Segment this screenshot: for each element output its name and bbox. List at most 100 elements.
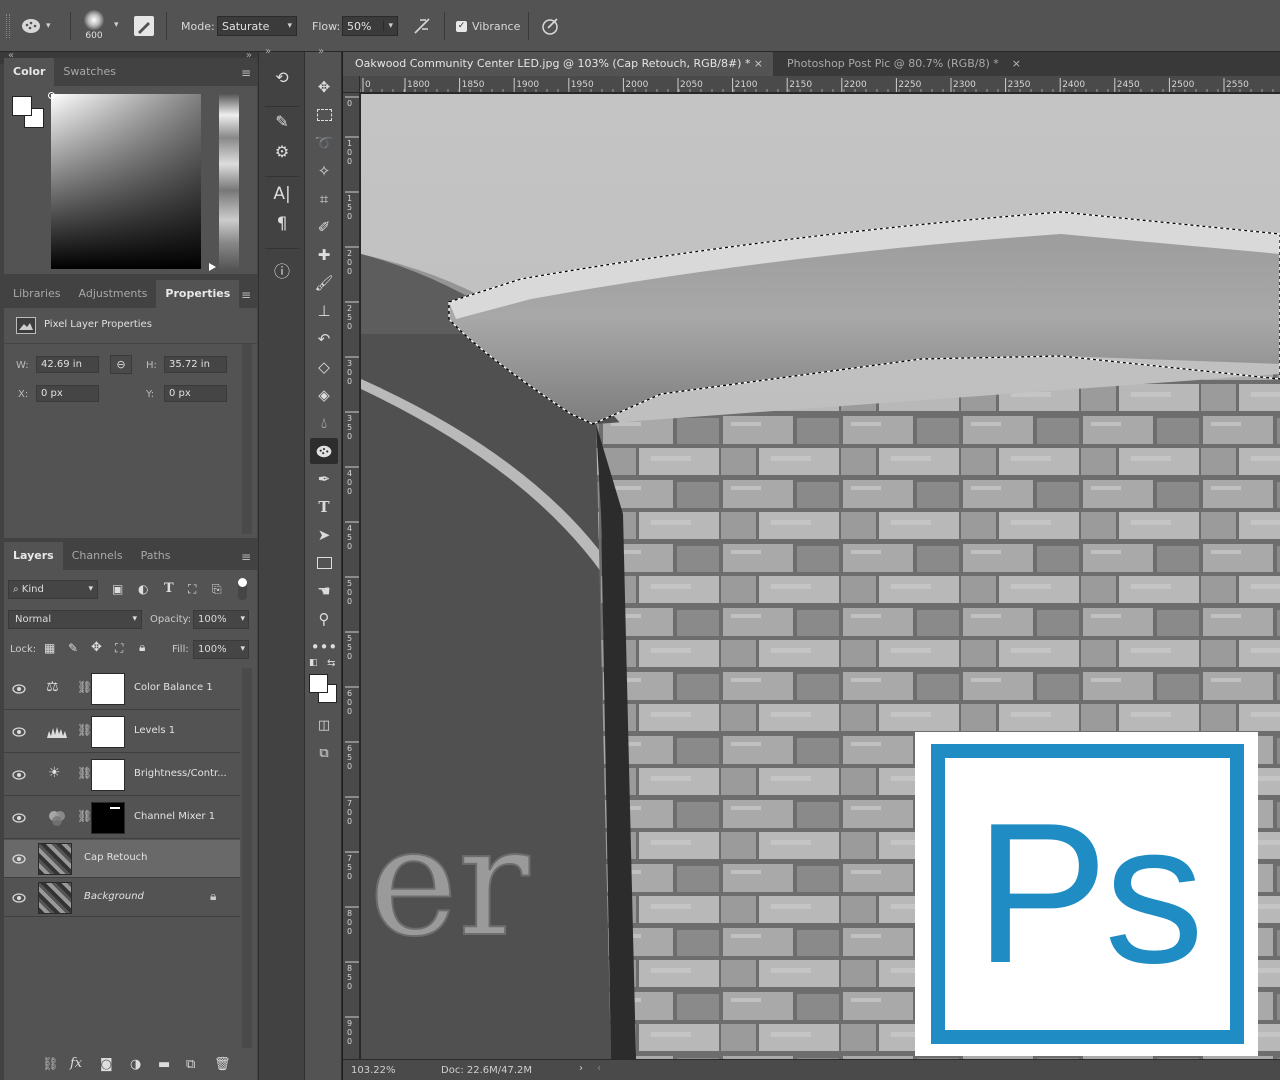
foreground-swatch[interactable] [12,96,32,116]
layer-mask-thumbnail[interactable] [91,759,125,791]
toggle-brush-panel-button[interactable] [134,16,154,36]
hue-slider-handle[interactable] [209,263,216,271]
lasso-tool[interactable]: ➰ [310,130,338,156]
panel-menu-icon[interactable]: ≡ [241,550,251,564]
layer-mask-thumbnail[interactable] [91,716,125,748]
layer-row[interactable]: ⛓ Channel Mixer 1 [4,797,240,839]
blend-mode-dropdown[interactable]: Normal ▾ [8,610,142,629]
brush-settings-button[interactable]: ✎ [267,112,297,140]
default-colors-icon[interactable]: ◧ [309,658,318,668]
filter-shape-icon[interactable]: ⛶ [188,582,196,597]
document-tab-active[interactable]: Oakwood Community Center LED.jpg @ 103% … [343,52,773,76]
scroll-left-icon[interactable]: ‹ [597,1063,601,1074]
chevron-down-icon[interactable]: ▾ [114,20,119,30]
tab-adjustments[interactable]: Adjustments [70,280,157,308]
type-tool[interactable]: T [310,494,338,520]
paragraph-panel-button[interactable]: ¶ [267,214,297,242]
y-input[interactable]: 0 px [164,385,227,402]
mask-link-icon[interactable]: ⛓ [77,809,92,823]
layer-row[interactable]: ⛓ Levels 1 [4,711,240,753]
layer-style-icon[interactable]: fx [70,1056,82,1071]
screen-mode-button[interactable]: ⧉ [310,740,338,766]
paint-bucket-tool[interactable]: ◈ [310,382,338,408]
healing-brush-tool[interactable]: ✚ [310,242,338,268]
layer-row[interactable]: ⚖ ⛓ Color Balance 1 [4,668,240,710]
close-icon[interactable]: × [754,52,763,76]
tab-channels[interactable]: Channels [63,542,132,570]
eye-icon[interactable] [12,682,26,696]
status-menu-arrow-icon[interactable]: › [579,1063,583,1074]
lock-image-icon[interactable]: ✎ [68,641,78,655]
ruler-origin[interactable] [343,76,360,93]
toolbox-collapse-icon[interactable]: » [318,46,324,57]
lock-all-icon[interactable]: 🔒︎ [139,640,145,655]
zoom-tool[interactable]: ⚲ [310,606,338,632]
add-mask-icon[interactable]: ◙ [100,1057,113,1072]
color-field-marker[interactable] [48,92,55,99]
magic-wand-tool[interactable]: ✧ [310,158,338,184]
tab-layers[interactable]: Layers [4,542,63,570]
tab-color[interactable]: Color [4,58,55,86]
eraser-tool[interactable]: ◇ [310,354,338,380]
lock-position-icon[interactable]: ✥ [91,640,102,655]
eye-icon[interactable] [12,891,26,905]
layer-row-selected[interactable]: Cap Retouch [4,840,240,878]
foreground-color-swatch[interactable] [309,674,328,693]
mask-link-icon[interactable]: ⛓ [77,723,92,737]
more-tools-button[interactable]: ••• [310,634,338,660]
tab-properties[interactable]: Properties [156,280,240,308]
eye-icon[interactable] [12,852,26,866]
x-input[interactable]: 0 px [36,385,99,402]
eye-icon[interactable] [12,768,26,782]
move-tool[interactable]: ✥ [310,74,338,100]
width-input[interactable]: 42.69 in [36,356,99,373]
link-dimensions-button[interactable]: ⊖ [110,355,132,374]
mask-link-icon[interactable]: ⛓ [77,680,92,694]
trash-icon[interactable]: 🗑︎ [214,1057,231,1072]
filter-adjustment-icon[interactable]: ◐ [138,582,148,596]
tool-presets-button[interactable]: ⚙ [267,142,297,170]
filter-type-icon[interactable]: T [164,581,174,596]
close-icon[interactable]: × [1012,52,1021,76]
tab-paths[interactable]: Paths [132,542,180,570]
layers-scrollbar[interactable] [242,668,252,1048]
history-brush-tool[interactable]: ↶ [310,326,338,352]
path-selection-tool[interactable]: ➤ [310,522,338,548]
height-input[interactable]: 35.72 in [164,356,227,373]
vibrance-checkbox[interactable]: ✓ Vibrance [456,16,520,36]
lock-transparent-icon[interactable]: ▦ [44,641,55,655]
document-tab[interactable]: Photoshop Post Pic @ 80.7% (RGB/8) * × [775,52,1031,76]
mask-link-icon[interactable]: ⛓ [77,766,92,780]
new-adjustment-icon[interactable]: ◑ [130,1057,141,1072]
eyedropper-tool[interactable]: ✐ [310,214,338,240]
sponge-tool[interactable] [310,438,338,464]
link-layers-icon[interactable]: ⛓ [42,1057,59,1072]
swap-colors-icon[interactable]: ⇆ [327,658,335,669]
history-panel-button[interactable]: ⟲ [267,68,297,96]
hand-tool[interactable]: ☚ [310,578,338,604]
hue-slider[interactable] [219,94,239,269]
sponge-tool-preset-picker[interactable]: ▾ [20,16,51,36]
expand-panels-icon[interactable]: » [265,46,271,57]
clone-stamp-tool[interactable]: ⊥ [310,298,338,324]
layer-thumbnail[interactable] [38,843,72,875]
rectangle-tool[interactable] [310,550,338,576]
layer-mask-thumbnail[interactable] [91,802,125,834]
document-size-info[interactable]: Doc: 22.6M/47.2M [441,1065,532,1076]
info-panel-button[interactable]: ⓘ [267,258,297,286]
new-layer-icon[interactable]: ⧉ [186,1057,195,1072]
airbrush-toggle[interactable] [412,16,434,36]
crop-tool[interactable]: ⌗ [310,186,338,212]
opacity-input[interactable]: 100% ▾ [193,610,249,629]
new-group-icon[interactable]: ▬ [158,1057,170,1072]
panel-menu-icon[interactable]: ≡ [241,288,251,302]
color-field[interactable] [51,94,201,269]
pen-tool[interactable]: ✒ [310,466,338,492]
marquee-tool[interactable] [310,102,338,128]
pressure-size-toggle[interactable] [540,16,562,36]
layer-row[interactable]: ☀ ⛓ Brightness/Contr... [4,754,240,796]
quick-mask-button[interactable]: ◫ [310,712,338,738]
lock-artboard-icon[interactable]: ⛶ [115,641,123,656]
filter-toggle-switch[interactable] [238,578,247,600]
filter-smart-object-icon[interactable]: ⎘ [212,582,222,597]
